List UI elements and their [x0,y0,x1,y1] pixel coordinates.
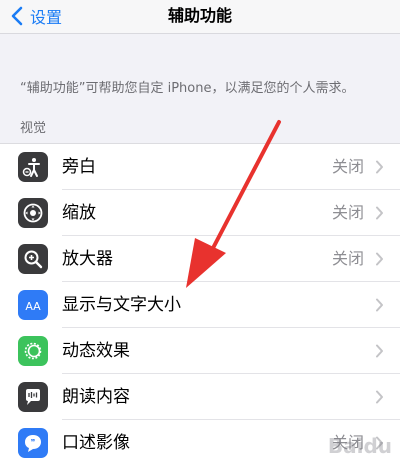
list-item-label: 放大器 [62,249,113,269]
chevron-right-icon [376,206,383,220]
chevron-right-icon [376,298,383,312]
baidu-watermark: Baidu [327,434,392,458]
magnifier-icon [18,244,48,274]
list-item-display-text-size[interactable]: AA 显示与文字大小 [0,282,400,328]
list-item-motion[interactable]: 动态效果 [0,328,400,374]
chevron-right-icon [376,344,383,358]
list-item-value: 关闭 [331,203,364,222]
chevron-right-icon [376,390,383,404]
svg-text:AA: AA [25,300,41,313]
audio-description-icon: ❞ [18,428,48,458]
accessibility-description: “辅助功能”可帮助您自定 iPhone，以满足您的个人需求。 [20,81,355,96]
svg-text:❞: ❞ [31,438,36,447]
list-item-label: 朗读内容 [62,387,130,407]
navigation-bar: 设置 辅助功能 [0,0,400,34]
list-item-spoken-content[interactable]: 朗读内容 [0,374,400,420]
list-item-value: 关闭 [331,249,364,268]
motion-icon [18,336,48,366]
list-item-voiceover[interactable]: 旁白 关闭 [0,144,400,190]
list-item-label: 口述影像 [62,433,130,453]
page-title: 辅助功能 [167,6,232,25]
chevron-right-icon [376,252,383,266]
chevron-right-icon [376,160,383,174]
list-item-magnifier[interactable]: 放大器 关闭 [0,236,400,282]
spoken-content-icon [18,382,48,412]
list-item-label: 旁白 [62,157,96,177]
zoom-icon [18,198,48,228]
list-item-label: 显示与文字大小 [62,295,181,315]
voiceover-icon [18,152,48,182]
list-item-label: 缩放 [62,203,96,223]
text-size-icon: AA [18,290,48,320]
vision-settings-list: 旁白 关闭 缩放 关闭 放大器 关闭 AA 显示与文字大小 动态效果 朗读内容 … [0,143,400,464]
list-item-label: 动态效果 [62,341,130,361]
list-item-zoom[interactable]: 缩放 关闭 [0,190,400,236]
section-header-vision: 视觉 [20,121,47,136]
list-item-value: 关闭 [331,157,364,176]
